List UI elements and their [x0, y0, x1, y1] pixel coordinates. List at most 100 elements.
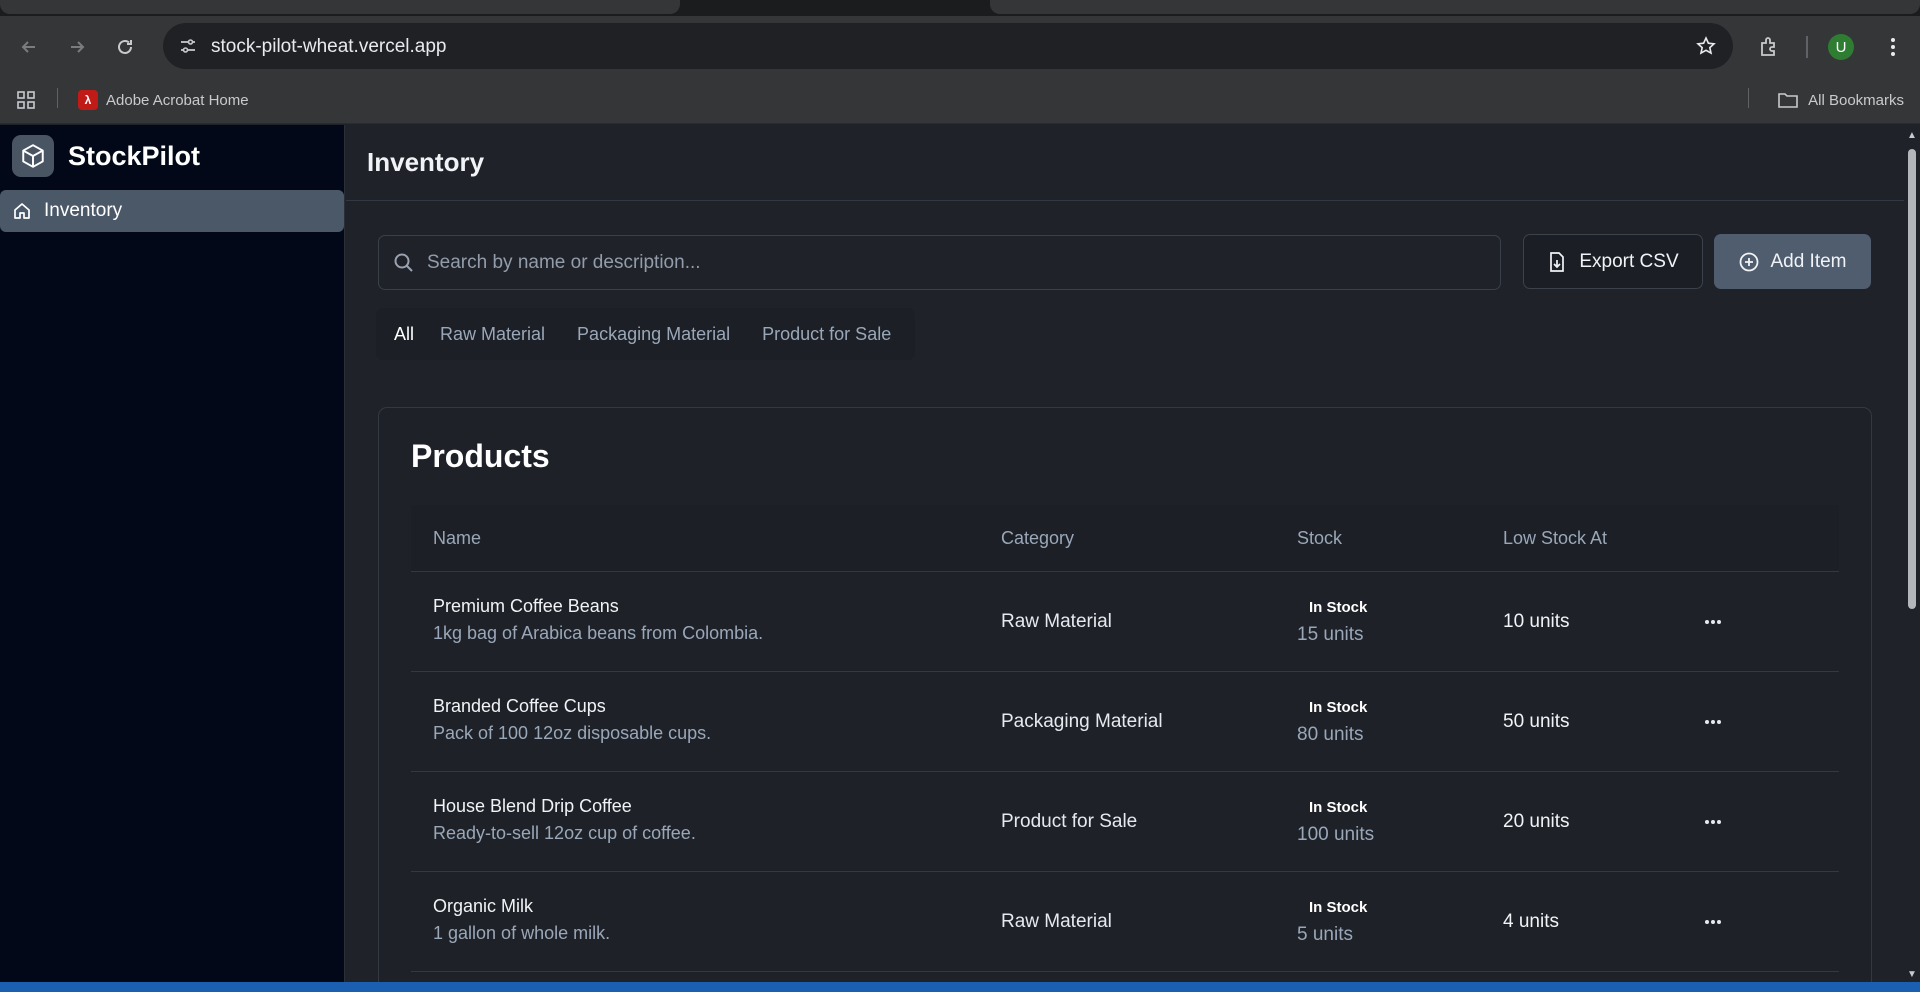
page-header: Inventory: [346, 125, 1904, 201]
item-name: Organic Milk: [433, 896, 534, 916]
stock-quantity: 15 units: [1297, 624, 1364, 645]
folder-icon: [1778, 93, 1798, 108]
sidebar-item-inventory[interactable]: Inventory: [0, 190, 344, 232]
stock-quantity: 80 units: [1297, 724, 1364, 745]
search-icon: [393, 252, 415, 279]
browser-tab[interactable]: [0, 0, 680, 14]
item-description: Pack of 100 12oz disposable cups.: [433, 723, 712, 743]
tab-product-for-sale[interactable]: Product for Sale: [746, 316, 907, 352]
status-badge: In Stock: [1309, 599, 1368, 616]
tab-raw-material[interactable]: Raw Material: [424, 316, 561, 352]
pdf-icon: λ: [78, 90, 98, 110]
item-name-cell: Branded Coffee Cups Pack of 100 12oz dis…: [433, 696, 711, 744]
item-category: Raw Material: [1001, 911, 1112, 932]
apps-grid-icon[interactable]: [12, 86, 40, 114]
column-header-low-stock: Low Stock At: [1503, 528, 1608, 548]
all-bookmarks-label: All Bookmarks: [1808, 91, 1904, 109]
main-content: Inventory Export CSV Add Item All Raw Ma…: [346, 125, 1904, 982]
low-stock-threshold: 20 units: [1503, 811, 1570, 832]
item-category: Product for Sale: [1001, 811, 1138, 832]
all-bookmarks[interactable]: All Bookmarks: [1778, 86, 1904, 114]
add-item-button[interactable]: Add Item: [1714, 234, 1871, 289]
item-stock-cell: In Stock 15 units: [1297, 598, 1373, 646]
extensions-icon[interactable]: [1752, 30, 1786, 64]
bookmarks-divider: [57, 88, 58, 108]
item-name-cell: Organic Milk 1 gallon of whole milk.: [433, 896, 610, 944]
scroll-up-arrow-icon[interactable]: ▲: [1907, 131, 1917, 141]
sidebar-item-label: Inventory: [44, 200, 123, 221]
search-box: [378, 235, 1501, 290]
brand[interactable]: StockPilot: [12, 135, 200, 177]
item-name: Premium Coffee Beans: [433, 596, 619, 616]
products-card: Products Name Category Stock Low Stock A…: [378, 407, 1872, 982]
browser-menu-icon[interactable]: [1876, 30, 1910, 64]
table-row[interactable]: Organic Milk 1 gallon of whole milk. Raw…: [411, 872, 1839, 972]
table-row[interactable]: Premium Coffee Beans 1kg bag of Arabica …: [411, 572, 1839, 672]
page-scrollbar[interactable]: ▲ ▼: [1904, 125, 1920, 982]
bookmarks-divider: [1748, 88, 1749, 108]
tab-packaging-material[interactable]: Packaging Material: [561, 316, 746, 352]
item-category: Packaging Material: [1001, 711, 1163, 732]
item-name: House Blend Drip Coffee: [433, 796, 632, 816]
category-filter-tabs: All Raw Material Packaging Material Prod…: [376, 308, 916, 360]
back-icon[interactable]: [12, 30, 46, 64]
bookmarks-bar: [0, 79, 1920, 124]
item-description: 1kg bag of Arabica beans from Colombia.: [433, 623, 764, 643]
row-actions-more-icon[interactable]: [1696, 605, 1730, 639]
status-badge: In Stock: [1309, 899, 1368, 916]
home-icon: [14, 203, 30, 219]
stock-quantity: 5 units: [1297, 924, 1353, 945]
low-stock-threshold: 10 units: [1503, 611, 1570, 632]
export-csv-label: Export CSV: [1579, 250, 1679, 272]
products-title: Products: [411, 438, 550, 474]
table-row[interactable]: House Blend Drip Coffee Ready-to-sell 12…: [411, 772, 1839, 872]
file-download-icon: [1550, 251, 1565, 272]
browser-tabstrip: [0, 0, 1920, 16]
stock-quantity: 100 units: [1297, 824, 1375, 845]
reload-icon[interactable]: [108, 30, 142, 64]
low-stock-threshold: 4 units: [1503, 911, 1559, 932]
toolbar-divider: [1806, 36, 1808, 58]
address-bar[interactable]: stock-pilot-wheat.vercel.app: [163, 23, 1733, 69]
app-name: StockPilot: [68, 140, 201, 171]
sidebar: StockPilot Inventory: [0, 125, 345, 982]
row-actions-more-icon[interactable]: [1696, 705, 1730, 739]
status-badge: In Stock: [1309, 699, 1368, 716]
item-description: 1 gallon of whole milk.: [433, 923, 611, 943]
item-name: Branded Coffee Cups: [433, 696, 606, 716]
scroll-down-arrow-icon[interactable]: ▼: [1907, 970, 1917, 980]
package-icon: [12, 135, 54, 177]
table-row[interactable]: Branded Coffee Cups Pack of 100 12oz dis…: [411, 672, 1839, 772]
status-badge: In Stock: [1309, 799, 1368, 816]
column-header-name: Name: [433, 528, 482, 548]
item-name-cell: House Blend Drip Coffee Ready-to-sell 12…: [433, 796, 696, 844]
table-header: Name Category Stock Low Stock At: [411, 505, 1839, 572]
products-table: Name Category Stock Low Stock At Premium…: [411, 505, 1839, 972]
bookmark-star-icon[interactable]: [1691, 31, 1721, 61]
column-header-stock: Stock: [1297, 528, 1343, 548]
scrollbar-thumb[interactable]: [1908, 149, 1916, 609]
column-header-category: Category: [1001, 528, 1075, 548]
bookmark-label: Adobe Acrobat Home: [106, 91, 249, 109]
add-item-label: Add Item: [1770, 250, 1847, 272]
item-stock-cell: In Stock 5 units: [1297, 898, 1373, 946]
search-input[interactable]: [427, 236, 1487, 289]
item-stock-cell: In Stock 100 units: [1297, 798, 1374, 846]
site-settings-icon[interactable]: [173, 31, 203, 61]
browser-tab[interactable]: [990, 0, 1920, 14]
os-taskbar: [0, 982, 1920, 992]
item-description: Ready-to-sell 12oz cup of coffee.: [433, 823, 696, 843]
item-name-cell: Premium Coffee Beans 1kg bag of Arabica …: [433, 596, 763, 644]
low-stock-threshold: 50 units: [1503, 711, 1570, 732]
forward-icon[interactable]: [60, 30, 94, 64]
row-actions-more-icon[interactable]: [1696, 905, 1730, 939]
item-stock-cell: In Stock 80 units: [1297, 698, 1373, 746]
bookmark-adobe-acrobat[interactable]: λ Adobe Acrobat Home: [78, 86, 249, 114]
row-actions-more-icon[interactable]: [1696, 805, 1730, 839]
item-category: Raw Material: [1001, 611, 1112, 632]
url-text: stock-pilot-wheat.vercel.app: [211, 36, 447, 57]
profile-avatar[interactable]: U: [1828, 34, 1854, 60]
page-title: Inventory: [367, 147, 485, 177]
export-csv-button[interactable]: Export CSV: [1523, 234, 1703, 289]
tab-all[interactable]: All: [384, 316, 425, 352]
